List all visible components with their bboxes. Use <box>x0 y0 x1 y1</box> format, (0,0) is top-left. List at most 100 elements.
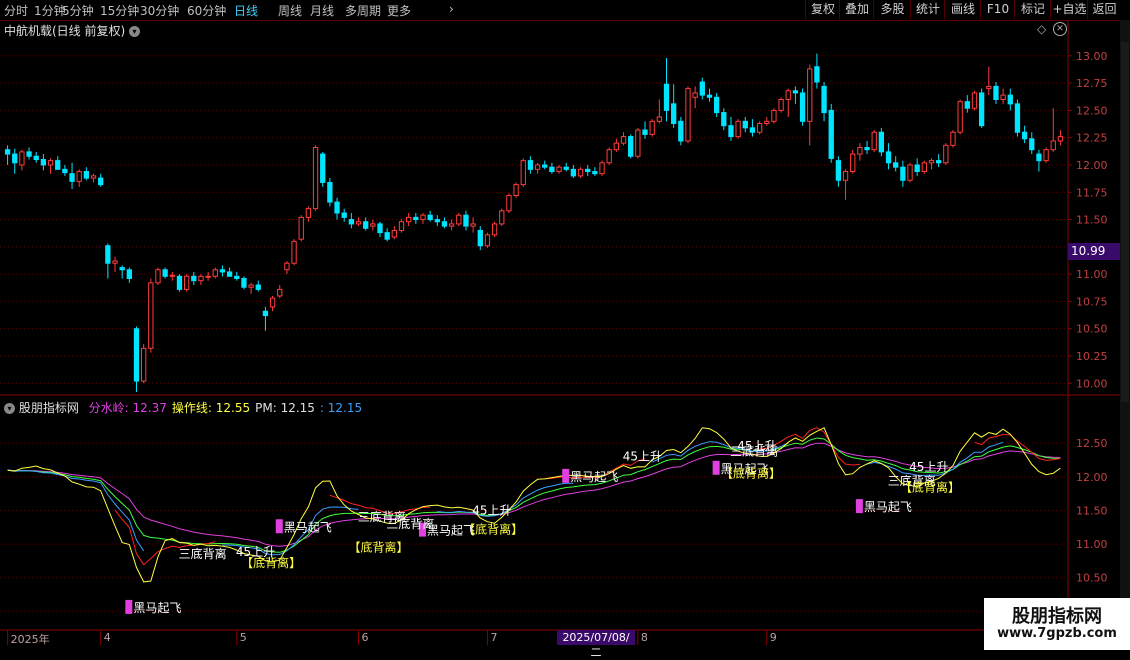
candle-body <box>821 85 827 114</box>
watermark-url: www.7gpzb.com <box>997 626 1117 641</box>
candle-body <box>248 284 254 288</box>
candle-body <box>878 131 885 153</box>
candle <box>384 228 390 242</box>
x-tick-label: 4 <box>103 631 111 644</box>
candle-body <box>957 101 963 133</box>
signal-sandi: 三底背离 <box>386 516 434 531</box>
candle <box>456 213 462 227</box>
watermark-logo: 股朋指标网 www.7gpzb.com <box>984 598 1130 650</box>
candle-body <box>1050 140 1056 151</box>
candle-body <box>169 274 175 277</box>
candle <box>542 160 548 170</box>
candle <box>713 92 720 117</box>
signal-shang: 45上升 <box>472 503 511 517</box>
candle <box>850 149 856 174</box>
candle <box>785 88 791 117</box>
candle <box>320 151 326 187</box>
candle <box>993 82 999 104</box>
signal-marker <box>712 460 720 475</box>
candle <box>155 267 161 286</box>
signal-label: 45上升 <box>472 503 511 517</box>
candle-body <box>506 195 512 212</box>
indicator-line-green <box>7 437 1061 553</box>
candle-body <box>155 269 161 284</box>
candle-body <box>527 160 534 170</box>
candle-body <box>441 221 448 227</box>
candle <box>663 58 670 122</box>
candle-body <box>269 297 276 308</box>
candle-body <box>742 120 748 129</box>
candle <box>391 226 397 240</box>
candle <box>470 217 476 233</box>
candle-body <box>1057 136 1064 142</box>
candle-body <box>835 160 842 181</box>
candle-body <box>857 147 863 155</box>
candle-body <box>62 168 68 174</box>
candle-body <box>921 162 927 173</box>
candle <box>921 160 927 174</box>
signal-label: 【底背离】 <box>900 480 960 495</box>
candle <box>828 103 834 163</box>
candle-body <box>406 216 412 223</box>
candle <box>1000 88 1006 104</box>
candle-body <box>291 240 297 264</box>
candle <box>105 243 111 279</box>
candle-body <box>713 96 720 114</box>
candle-body <box>699 81 705 96</box>
candle-body <box>749 127 756 133</box>
candle <box>1036 149 1042 172</box>
candle-body <box>599 162 605 175</box>
candle-body <box>327 181 333 203</box>
candle-body <box>907 164 913 181</box>
candle <box>69 162 75 189</box>
x-tick-label: 9 <box>769 631 777 644</box>
cursor-date-label: 2025/07/08/二 <box>557 630 635 659</box>
y-tick-label: 12.00 <box>1076 159 1108 172</box>
candle <box>40 154 47 171</box>
signal-label: 黑马起飞 <box>570 470 618 484</box>
candle <box>1043 147 1049 163</box>
candle <box>585 164 591 176</box>
candle <box>656 99 662 124</box>
candle <box>219 265 226 277</box>
y-tick-label: 10.75 <box>1076 295 1108 308</box>
candle-body <box>112 260 118 264</box>
candle-body <box>398 221 405 231</box>
side-panel-strip[interactable] <box>1120 20 1130 650</box>
candle-body <box>764 120 770 124</box>
candle-body <box>706 94 713 98</box>
signal-label: 【底背离】 <box>349 539 409 554</box>
candle <box>55 156 61 170</box>
signal-marker <box>125 599 133 614</box>
candle <box>721 108 727 131</box>
candle <box>241 276 247 290</box>
candle-body <box>226 271 233 277</box>
signal-heima: 黑马起飞 <box>855 499 912 514</box>
candle <box>563 162 569 172</box>
candle <box>133 326 140 392</box>
kline-chart[interactable]: 黑马起飞黑马起飞 黑马起飞黑马起飞黑马起飞黑马起飞三底背离三底背离三底背离三底背离… <box>0 0 1130 650</box>
indicator-y-tick-label: 11.50 <box>1076 504 1108 517</box>
candle-body <box>76 171 82 182</box>
signal-heima: 黑马起飞 <box>275 519 332 534</box>
candle-body <box>255 284 261 290</box>
candle-body <box>570 168 577 177</box>
candle <box>527 156 534 174</box>
y-tick-label: 12.50 <box>1076 104 1108 117</box>
signal-dibei: 【底背离】 <box>349 539 409 554</box>
candle-body <box>47 160 54 166</box>
candle-body <box>606 149 612 164</box>
candle <box>764 116 770 126</box>
candle-body <box>842 171 849 181</box>
candle-body <box>105 245 111 264</box>
candle <box>255 280 261 292</box>
candle-body <box>363 221 369 229</box>
candle <box>484 232 491 248</box>
candle-body <box>298 216 304 240</box>
candle <box>893 156 899 172</box>
candle <box>477 226 483 251</box>
signal-marker <box>562 468 570 483</box>
candle <box>334 197 340 220</box>
candle <box>928 158 935 170</box>
candle-body <box>585 168 591 173</box>
